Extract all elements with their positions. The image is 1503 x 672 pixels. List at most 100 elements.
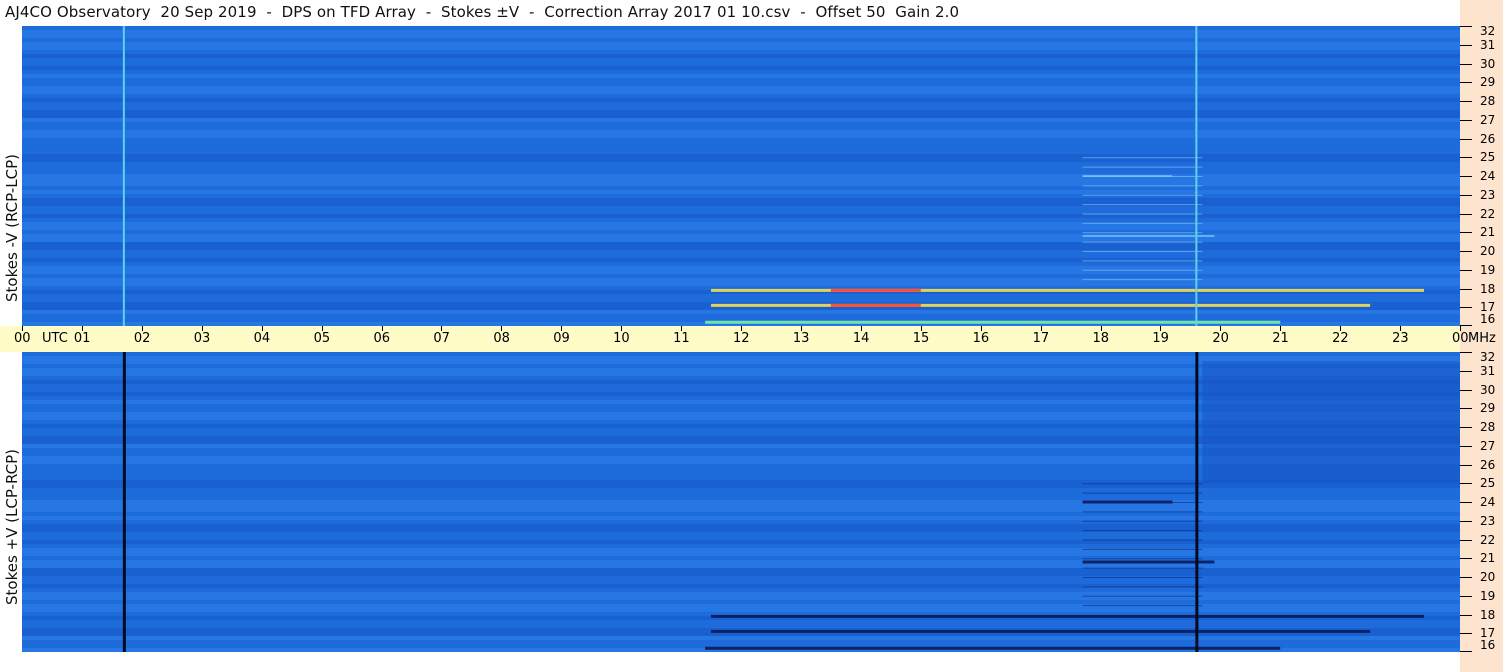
time-tick-mark [1160, 326, 1162, 331]
time-tick-label: 03 [193, 331, 211, 346]
frequency-tick-mark [1460, 651, 1472, 652]
band-striation [22, 34, 1460, 38]
burst-streak [1082, 595, 1203, 597]
frequency-tick-label: 20 [1480, 570, 1496, 584]
burst-streak [1082, 213, 1203, 215]
frequency-tick-label: 22 [1480, 532, 1496, 547]
frequency-tick-mark [1460, 539, 1472, 541]
frequency-tick-label: 32 [1480, 350, 1496, 364]
band-striation [22, 584, 1460, 588]
band-striation [22, 484, 1460, 488]
frequency-tick-label: 16 [1480, 638, 1496, 652]
emission-band [711, 629, 1371, 633]
time-tick-mark [860, 326, 862, 331]
band-striation [22, 548, 1460, 552]
burst-streak [1082, 176, 1203, 177]
time-tick-label: 05 [313, 331, 331, 346]
band-striation [22, 110, 1460, 114]
band-striation [22, 74, 1460, 78]
band-striation [22, 258, 1460, 262]
frequency-tick-mark [1460, 595, 1472, 597]
chart-title: AJ4CO Observatory 20 Sep 2019 - DPS on T… [5, 3, 960, 21]
quiet-region [1202, 361, 1460, 484]
time-tick-mark [1100, 326, 1102, 331]
band-striation [22, 238, 1460, 242]
burst-streak [1082, 492, 1203, 494]
frequency-tick-label: 32 [1480, 24, 1496, 38]
band-striation [22, 282, 1460, 286]
time-tick-label: 17 [1032, 331, 1050, 346]
time-tick-label: UTC [42, 331, 68, 346]
time-tick-mark [22, 326, 23, 331]
burst-streak [1082, 232, 1203, 234]
band-striation [22, 198, 1460, 202]
frequency-tick-mark [1460, 445, 1472, 447]
frequency-tick-mark [1460, 26, 1472, 27]
time-tick-label: 07 [433, 331, 450, 346]
frequency-tick-label: 30 [1480, 382, 1496, 397]
time-tick-label: 10 [613, 331, 630, 346]
time-tick-mark [1280, 326, 1282, 331]
time-tick-mark [321, 326, 323, 331]
time-tick-mark [1460, 326, 1461, 331]
time-tick-mark [141, 326, 143, 331]
band-striation [22, 154, 1460, 158]
time-tick-label: 22 [1332, 331, 1349, 346]
band-striation [22, 356, 1460, 360]
frequency-tick-mark [1460, 577, 1472, 578]
band-striation [22, 226, 1460, 230]
band-striation [22, 118, 1460, 122]
band-striation [22, 46, 1460, 50]
burst-streak [1082, 241, 1203, 243]
burst-streak [1082, 483, 1203, 485]
frequency-tick-label: 29 [1480, 75, 1496, 90]
burst-streak [1082, 194, 1203, 196]
time-tick-label: 23 [1392, 331, 1409, 346]
frequency-tick-mark [1460, 138, 1472, 140]
emission-band [1082, 235, 1215, 237]
band-striation [22, 214, 1460, 218]
bottom-margin [0, 652, 1460, 672]
time-tick-label: 16 [972, 331, 990, 346]
band-striation [22, 310, 1460, 314]
vertical-interference-line [122, 26, 125, 326]
time-tick-label: 11 [673, 331, 690, 346]
band-striation [22, 592, 1460, 596]
time-tick-mark [1400, 326, 1402, 331]
burst-streak [1082, 222, 1203, 224]
frequency-tick-label: 26 [1480, 457, 1496, 472]
frequency-tick-label: 25 [1480, 476, 1496, 491]
bottom-panel-ylabel: Stokes +V (LCP-RCP) [3, 449, 21, 605]
bottom-ylabel-strip: Stokes +V (LCP-RCP) [0, 352, 22, 652]
emission-hotspot [830, 288, 921, 292]
time-tick-label: MHz [1468, 331, 1496, 346]
band-striation [22, 178, 1460, 182]
band-striation [22, 266, 1460, 270]
burst-streak [1082, 260, 1203, 262]
band-striation [22, 114, 1460, 118]
frequency-tick-mark [1460, 520, 1472, 522]
frequency-tick-label: 18 [1480, 281, 1496, 296]
frequency-tick-mark [1460, 614, 1472, 616]
burst-streak [1082, 185, 1203, 187]
frequency-tick-mark [1460, 502, 1472, 503]
band-striation [22, 134, 1460, 138]
time-tick-label: 06 [373, 331, 391, 346]
top-spectrogram-svg [22, 26, 1460, 326]
emission-hotspot [830, 303, 921, 307]
band-striation [22, 524, 1460, 528]
frequency-tick-label: 28 [1480, 94, 1496, 108]
band-striation [22, 66, 1460, 70]
burst-streak [1082, 567, 1203, 569]
frequency-tick-mark [1460, 558, 1472, 560]
band-striation [22, 242, 1460, 246]
band-striation [22, 130, 1460, 134]
frequency-tick-label: 24 [1480, 169, 1496, 183]
time-tick-mark [1040, 326, 1042, 331]
burst-streak [1082, 166, 1203, 168]
time-tick-mark [381, 326, 383, 331]
burst-streak [1082, 251, 1203, 252]
frequency-tick-mark [1460, 251, 1472, 252]
frequency-tick-label: 31 [1480, 37, 1496, 52]
burst-streak [1082, 204, 1203, 206]
